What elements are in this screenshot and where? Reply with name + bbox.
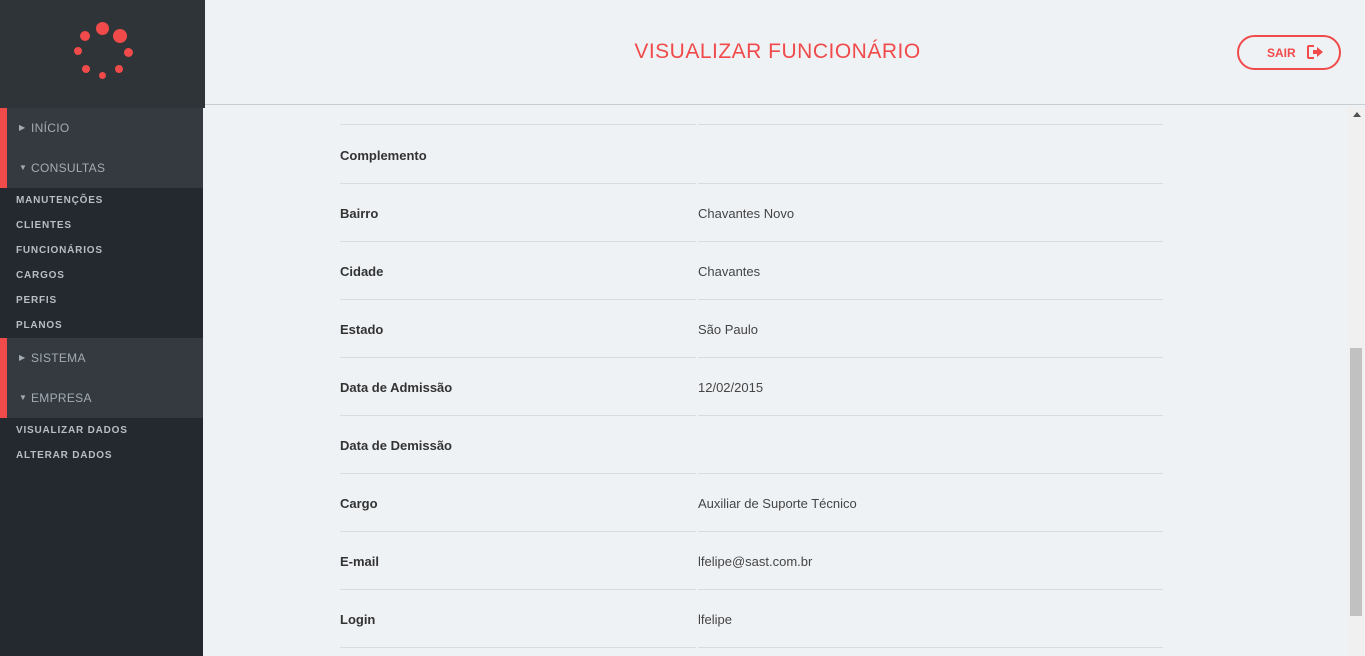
field-value: 12/02/2015 [698, 380, 764, 395]
sidebar: ▶ INÍCIO ▼ CONSULTAS MANUTENÇÕES CLIENTE… [0, 0, 205, 656]
sidebar-item-visualizar-dados[interactable]: VISUALIZAR DADOS [16, 425, 128, 436]
top-bar: VISUALIZAR FUNCIONÁRIO SAIR [205, 0, 1365, 105]
field-value: São Paulo [698, 322, 758, 337]
sidebar-item-planos[interactable]: PLANOS [16, 320, 62, 331]
sidebar-item-cargos[interactable]: CARGOS [16, 270, 65, 281]
logout-button[interactable]: SAIR [1237, 35, 1341, 70]
page-title: VISUALIZAR FUNCIONÁRIO [634, 40, 921, 63]
caret-down-icon: ▼ [19, 393, 28, 402]
spinner-dots-logo[interactable] [72, 20, 133, 82]
sidebar-item-funcionarios[interactable]: FUNCIONÁRIOS [16, 245, 103, 256]
table-row: Data de Demissão [340, 416, 1163, 474]
sidebar-item-manutencoes[interactable]: MANUTENÇÕES [16, 195, 103, 206]
caret-right-icon: ▶ [19, 123, 26, 132]
table-row: E-mail lfelipe@sast.com.br [340, 532, 1163, 590]
table-row: Bairro Chavantes Novo [340, 184, 1163, 242]
sidebar-group-sistema[interactable]: ▶ SISTEMA [0, 338, 203, 378]
field-label: Bairro [340, 206, 379, 221]
table-row: Data de Admissão 12/02/2015 [340, 358, 1163, 416]
sidebar-group-label: SISTEMA [31, 351, 86, 365]
sidebar-group-inicio[interactable]: ▶ INÍCIO [0, 108, 203, 148]
caret-right-icon: ▶ [19, 353, 26, 362]
field-label: Estado [340, 322, 384, 337]
sidebar-group-consultas[interactable]: ▼ CONSULTAS [0, 148, 203, 188]
vertical-scrollbar[interactable] [1348, 106, 1365, 656]
table-row: Login lfelipe [340, 590, 1163, 648]
field-label: Data de Admissão [340, 380, 453, 395]
field-value: Chavantes Novo [698, 206, 795, 221]
field-value: lfelipe@sast.com.br [698, 554, 813, 569]
field-label: Cargo [340, 496, 378, 511]
scroll-up-arrow-icon[interactable] [1353, 112, 1361, 117]
table-row: Cidade Chavantes [340, 242, 1163, 300]
sidebar-item-clientes[interactable]: CLIENTES [16, 220, 72, 231]
sidebar-item-perfis[interactable]: PERFIS [16, 295, 57, 306]
table-row: Estado São Paulo [340, 300, 1163, 358]
field-value: Auxiliar de Suporte Técnico [698, 496, 857, 511]
caret-down-icon: ▼ [19, 163, 28, 172]
logo-area [0, 0, 205, 108]
field-label: Login [340, 612, 376, 627]
field-value: lfelipe [698, 612, 732, 627]
sidebar-item-alterar-dados[interactable]: ALTERAR DADOS [16, 450, 112, 461]
sidebar-group-empresa[interactable]: ▼ EMPRESA [0, 378, 203, 418]
sidebar-group-label: EMPRESA [31, 391, 92, 405]
employee-details: Complemento Bairro Chavantes Novo Cidade… [205, 106, 1348, 656]
field-label: E-mail [340, 554, 380, 569]
field-label: Data de Demissão [340, 438, 452, 453]
sign-out-icon [1307, 45, 1323, 59]
table-row [340, 106, 1163, 125]
sidebar-group-label: CONSULTAS [31, 161, 106, 175]
table-row: Cargo Auxiliar de Suporte Técnico [340, 474, 1163, 532]
logout-label: SAIR [1267, 46, 1296, 60]
field-value: Chavantes [698, 264, 761, 279]
sidebar-group-label: INÍCIO [31, 121, 70, 135]
scrollbar-thumb[interactable] [1350, 348, 1362, 616]
field-label: Cidade [340, 264, 384, 279]
table-row: Complemento [340, 126, 1163, 184]
field-label: Complemento [340, 148, 427, 163]
